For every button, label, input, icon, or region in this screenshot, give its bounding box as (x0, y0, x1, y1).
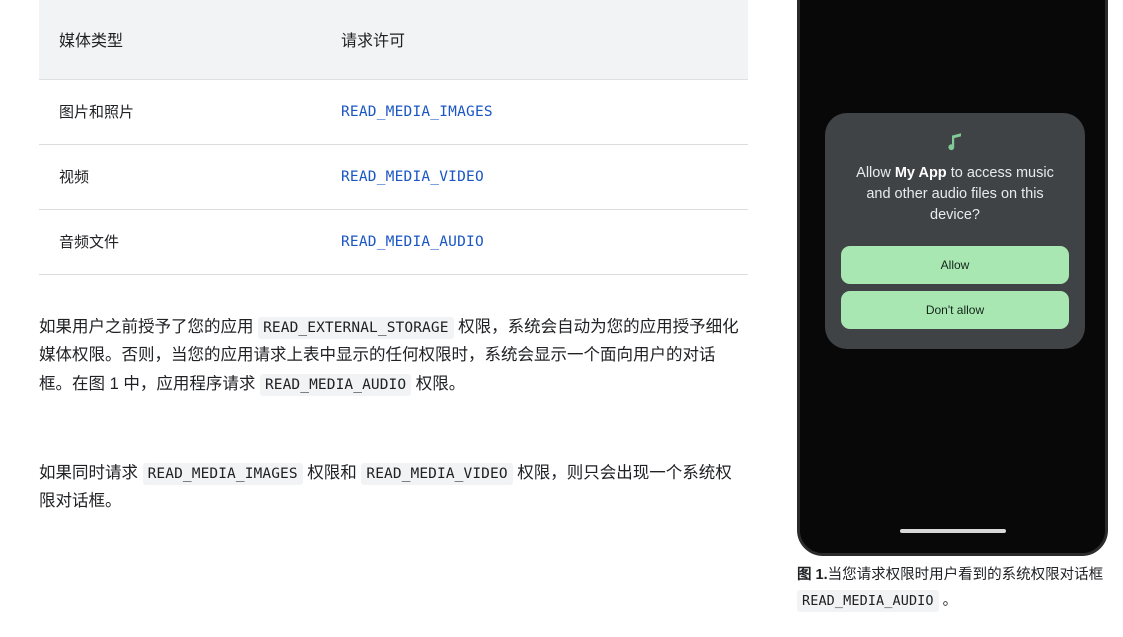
gesture-navigation-bar[interactable] (899, 529, 1006, 533)
table-row: 视频 READ_MEDIA_VIDEO (39, 144, 748, 210)
paragraph-combined-request: 如果同时请求 READ_MEDIA_IMAGES 权限和 READ_MEDIA_… (39, 459, 745, 516)
permission-dialog: Allow My App to access music and other a… (825, 113, 1085, 350)
paragraph-storage-permission: 如果用户之前授予了您的应用 READ_EXTERNAL_STORAGE 权限，系… (39, 313, 745, 398)
paragraph-text: 权限和 (302, 464, 362, 482)
cell-media-type: 图片和照片 (39, 79, 321, 145)
inline-code-read-external-storage: READ_EXTERNAL_STORAGE (258, 317, 454, 339)
media-permissions-table: 媒体类型 请求许可 图片和照片 READ_MEDIA_IMAGES 视频 REA… (39, 0, 748, 275)
phone-screen: Allow My App to access music and other a… (800, 0, 1105, 553)
table-row: 音频文件 READ_MEDIA_AUDIO (39, 209, 748, 275)
dialog-title-before: Allow (856, 165, 895, 181)
paragraph-text: 如果用户之前授予了您的应用 (39, 318, 259, 336)
cell-permission: READ_MEDIA_AUDIO (321, 209, 748, 275)
dont-allow-button[interactable]: Don't allow (841, 291, 1069, 330)
permission-link[interactable]: READ_MEDIA_IMAGES (341, 104, 493, 120)
phone-mockup: Allow My App to access music and other a… (797, 0, 1108, 556)
inline-code-read-media-video: READ_MEDIA_VIDEO (361, 463, 513, 485)
figure-label: 图 1. (797, 567, 828, 583)
inline-code-read-media-audio: READ_MEDIA_AUDIO (259, 373, 412, 396)
caption-text-after: 。 (938, 592, 958, 609)
dialog-app-name: My App (894, 165, 947, 181)
music-note-icon (841, 131, 1069, 157)
table-row: 图片和照片 READ_MEDIA_IMAGES (39, 79, 748, 145)
allow-button[interactable]: Allow (841, 246, 1069, 285)
cell-permission: READ_MEDIA_IMAGES (321, 79, 748, 145)
figure-caption: 图 1.当您请求权限时用户看到的系统权限对话框 READ_MEDIA_AUDIO… (797, 563, 1108, 615)
table-header-row: 媒体类型 请求许可 (39, 0, 748, 80)
paragraph-text: 如果同时请求 (39, 464, 143, 482)
page-root: 媒体类型 请求许可 图片和照片 READ_MEDIA_IMAGES 视频 REA… (0, 0, 1123, 637)
inline-code-read-media-images: READ_MEDIA_IMAGES (142, 463, 303, 485)
column-header-media-type: 媒体类型 (39, 0, 321, 80)
permission-link[interactable]: READ_MEDIA_AUDIO (341, 234, 484, 250)
cell-media-type: 视频 (39, 144, 321, 210)
dialog-title: Allow My App to access music and other a… (841, 163, 1069, 226)
document-column: 媒体类型 请求许可 图片和照片 READ_MEDIA_IMAGES 视频 REA… (39, 0, 748, 275)
inline-code-read-media-audio: READ_MEDIA_AUDIO (797, 589, 939, 612)
cell-permission: READ_MEDIA_VIDEO (321, 144, 748, 210)
column-header-permission: 请求许可 (321, 0, 748, 80)
permission-link[interactable]: READ_MEDIA_VIDEO (341, 169, 484, 185)
paragraph-text: 权限。 (411, 374, 466, 393)
cell-media-type: 音频文件 (39, 209, 321, 275)
caption-text-before: 当您请求权限时用户看到的系统权限对话框 (827, 567, 1104, 583)
